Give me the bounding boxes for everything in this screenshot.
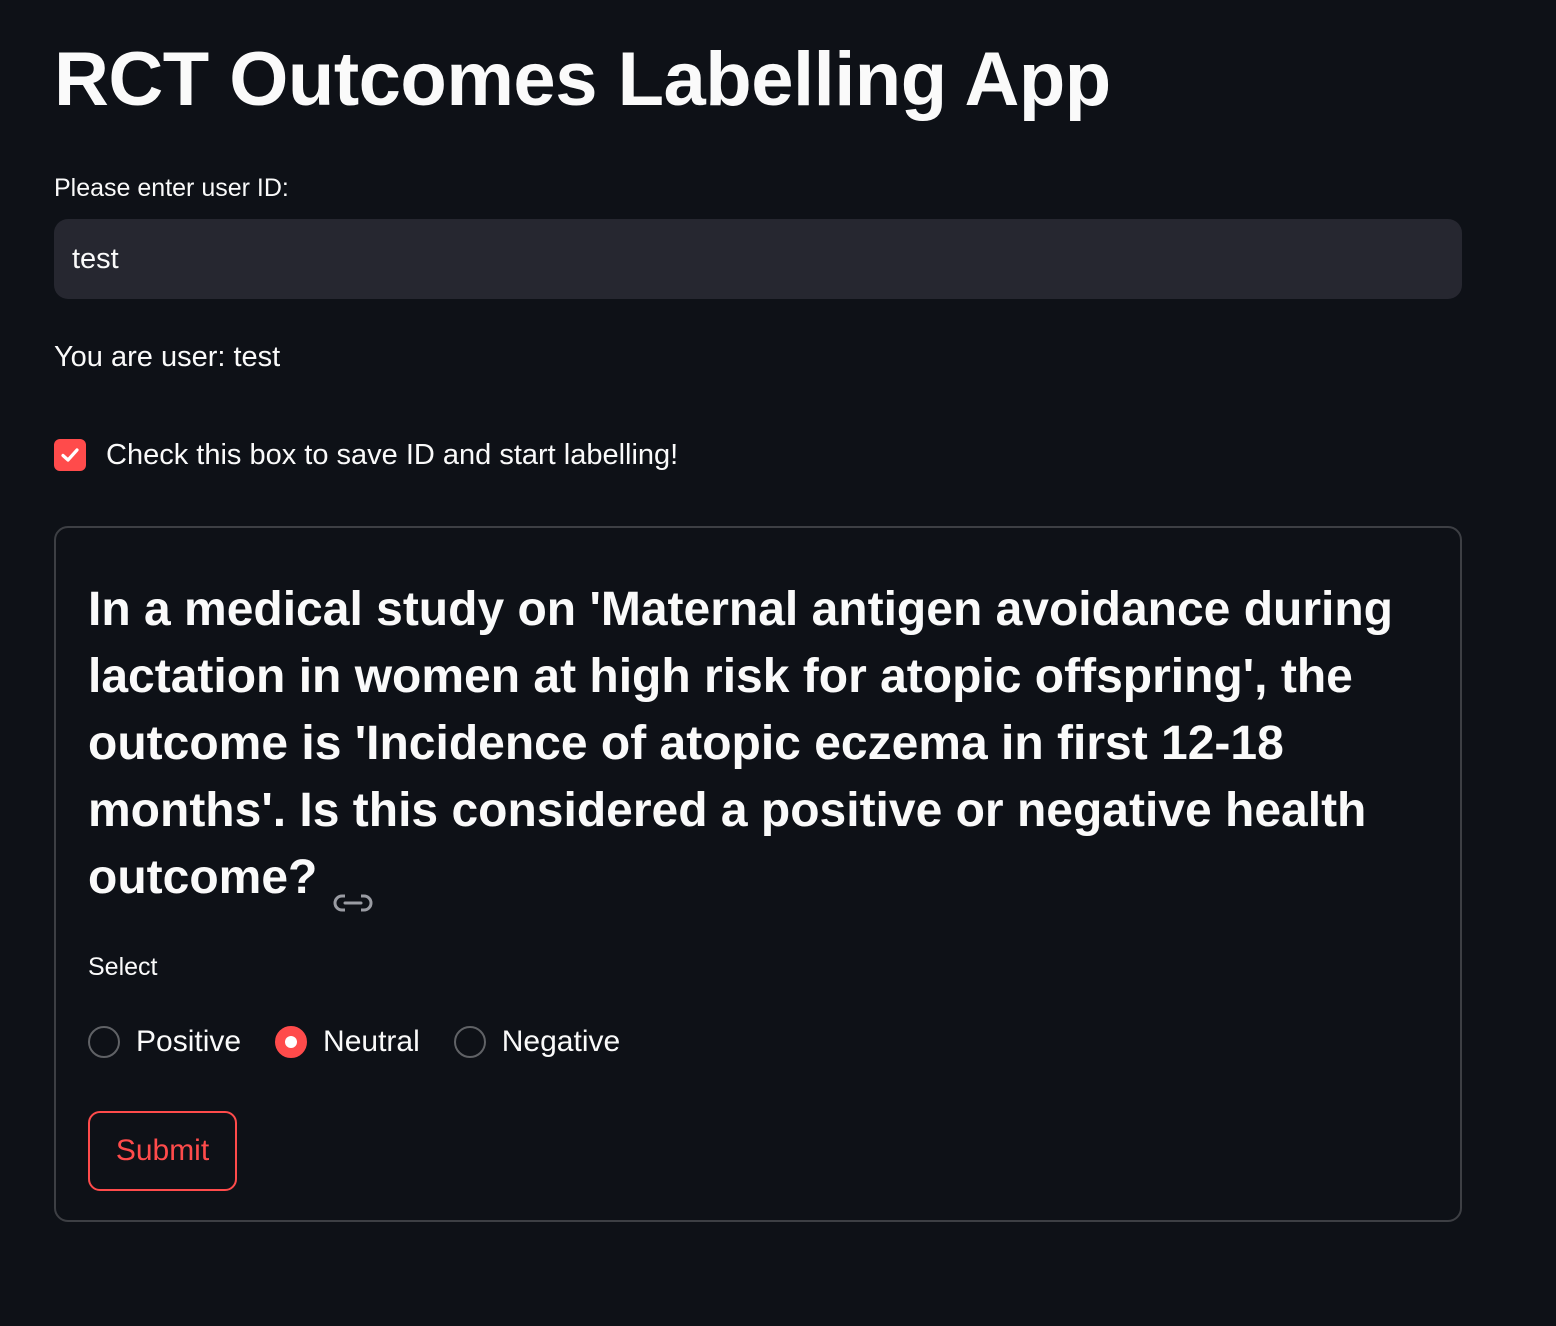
radio-label-neutral: Neutral xyxy=(323,1025,420,1058)
app-root: RCT Outcomes Labelling App Please enter … xyxy=(0,0,1556,1326)
user-id-input[interactable] xyxy=(54,219,1462,299)
radio-option-neutral[interactable]: Neutral xyxy=(275,1024,420,1060)
checkbox-checked-icon[interactable] xyxy=(54,439,86,471)
radio-option-positive[interactable]: Positive xyxy=(88,1024,241,1060)
radio-label-negative: Negative xyxy=(501,1025,621,1058)
check-icon xyxy=(61,448,79,462)
radio-unselected-icon[interactable] xyxy=(453,1026,486,1058)
radio-option-negative[interactable]: Negative xyxy=(453,1024,621,1060)
radio-label-positive: Positive xyxy=(136,1025,242,1058)
question-text: In a medical study on 'Maternal antigen … xyxy=(88,583,1393,904)
outcome-radio-group: Positive Neutral Negative xyxy=(88,1022,654,1062)
radio-unselected-icon[interactable] xyxy=(88,1026,120,1058)
user-status-text: You are user: test xyxy=(54,341,281,373)
user-id-label: Please enter user ID: xyxy=(54,174,289,202)
radio-selected-icon[interactable] xyxy=(275,1026,308,1058)
link-icon[interactable] xyxy=(333,866,373,914)
question-heading: In a medical study on 'Maternal antigen … xyxy=(88,576,1433,914)
select-label: Select xyxy=(88,953,158,981)
save-id-checkbox[interactable]: Check this box to save ID and start labe… xyxy=(54,437,678,473)
save-id-checkbox-label: Check this box to save ID and start labe… xyxy=(106,438,679,471)
labelling-form: In a medical study on 'Maternal antigen … xyxy=(54,526,1462,1222)
page-title: RCT Outcomes Labelling App xyxy=(54,37,1111,122)
radio-dot-icon xyxy=(285,1036,298,1048)
submit-button[interactable]: Submit xyxy=(88,1111,237,1191)
